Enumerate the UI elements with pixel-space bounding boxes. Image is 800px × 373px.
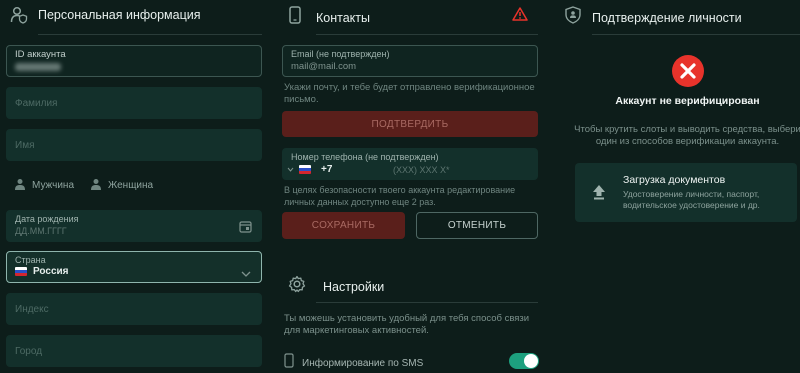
sms-toggle[interactable] — [509, 353, 539, 369]
birthdate-placeholder: ДД.ММ.ГГГГ — [15, 226, 67, 236]
verification-section: Подтверждение личности Аккаунт не верифи… — [560, 0, 800, 373]
confirm-button[interactable]: ПОДТВЕРДИТЬ — [282, 111, 538, 137]
contacts-title: Контакты — [316, 10, 370, 25]
settings-title: Настройки — [323, 279, 385, 294]
index-field[interactable]: Индекс — [6, 293, 262, 325]
email-placeholder: mail@mail.com — [291, 61, 357, 72]
name-placeholder: Имя — [15, 140, 35, 151]
surname-field[interactable]: Фамилия — [6, 87, 262, 119]
birthdate-field[interactable]: Дата рождения ДД.ММ.ГГГГ — [6, 210, 262, 242]
cancel-button[interactable]: ОТМЕНИТЬ — [416, 212, 538, 239]
country-select[interactable]: Страна Россия — [6, 251, 262, 283]
toggle-knob — [524, 354, 538, 368]
divider — [592, 34, 800, 35]
verification-status: Аккаунт не верифицирован — [615, 95, 760, 107]
phone-placeholder: (XXX) XXX X* — [393, 165, 450, 175]
upload-icon — [592, 184, 606, 205]
city-field[interactable]: Город — [6, 335, 262, 367]
phone-icon — [288, 6, 302, 29]
verification-description: Чтобы крутить слоты и выводить средства,… — [574, 124, 800, 147]
calendar-icon[interactable] — [239, 220, 252, 238]
russia-flag-icon — [15, 267, 27, 276]
save-button[interactable]: СОХРАНИТЬ — [282, 212, 405, 239]
russia-flag-icon — [299, 165, 311, 174]
upload-description: Удостоверение личности, паспорт, водител… — [623, 189, 760, 210]
personal-info-title: Персональная информация — [38, 8, 201, 22]
country-selected: Россия — [15, 266, 69, 277]
gender-male-option[interactable]: Мужчина — [14, 178, 74, 193]
phone-icon — [284, 353, 294, 373]
sms-setting-row: Информирование по SMS — [284, 353, 423, 373]
user-icon — [14, 178, 26, 193]
upload-documents-card[interactable]: Загрузка документов Удостоверение личнос… — [575, 163, 797, 222]
shield-icon — [565, 6, 581, 29]
sms-label: Информирование по SMS — [302, 357, 424, 369]
phone-code: +7 — [321, 164, 333, 175]
email-field[interactable]: Email (не подтвержден) mail@mail.com — [282, 45, 538, 77]
phone-country-code[interactable]: +7 — [287, 164, 332, 175]
user-icon — [90, 178, 102, 193]
birthdate-label: Дата рождения — [15, 214, 79, 224]
account-id-value — [15, 63, 61, 71]
gender-male-label: Мужчина — [32, 180, 75, 191]
surname-placeholder: Фамилия — [15, 98, 58, 109]
verification-title: Подтверждение личности — [592, 10, 742, 25]
divider — [316, 34, 538, 35]
account-id-field: ID аккаунта — [6, 45, 262, 77]
account-id-label: ID аккаунта — [15, 49, 66, 60]
contacts-header: Контакты — [288, 6, 370, 29]
phone-label: Номер телефона (не подтвержден) — [291, 152, 439, 162]
country-label: Страна — [15, 255, 46, 265]
user-shield-icon — [10, 6, 28, 24]
name-field[interactable]: Имя — [6, 129, 262, 161]
phone-field[interactable]: Номер телефона (не подтвержден) +7 (XXX)… — [282, 148, 538, 180]
close-icon — [672, 55, 704, 92]
email-note: Укажи почту, и тебе будет отправлено вер… — [284, 82, 535, 105]
gender-female-label: Женщина — [108, 180, 154, 191]
gender-female-option[interactable]: Женщина — [90, 178, 153, 193]
phone-note: В целях безопасности твоего аккаунта ред… — [284, 185, 516, 207]
chevron-down-icon — [287, 167, 294, 172]
gear-icon — [288, 275, 306, 298]
warning-icon — [512, 7, 528, 26]
settings-note: Ты можешь установить удобный для тебя сп… — [284, 313, 530, 336]
settings-header: Настройки — [288, 275, 384, 298]
city-placeholder: Город — [15, 346, 43, 357]
country-value: Россия — [33, 266, 69, 277]
personal-info-header: Персональная информация — [10, 6, 201, 24]
upload-title: Загрузка документов — [623, 174, 726, 186]
index-placeholder: Индекс — [15, 304, 49, 315]
email-label: Email (не подтвержден) — [291, 49, 390, 59]
divider — [38, 34, 262, 35]
divider — [316, 302, 538, 303]
contacts-section: Контакты Email (не подтвержден) mail@mai… — [280, 0, 548, 373]
verification-header: Подтверждение личности — [565, 6, 742, 29]
personal-info-section: Персональная информация ID аккаунта Фами… — [0, 0, 270, 373]
chevron-down-icon — [241, 264, 251, 282]
